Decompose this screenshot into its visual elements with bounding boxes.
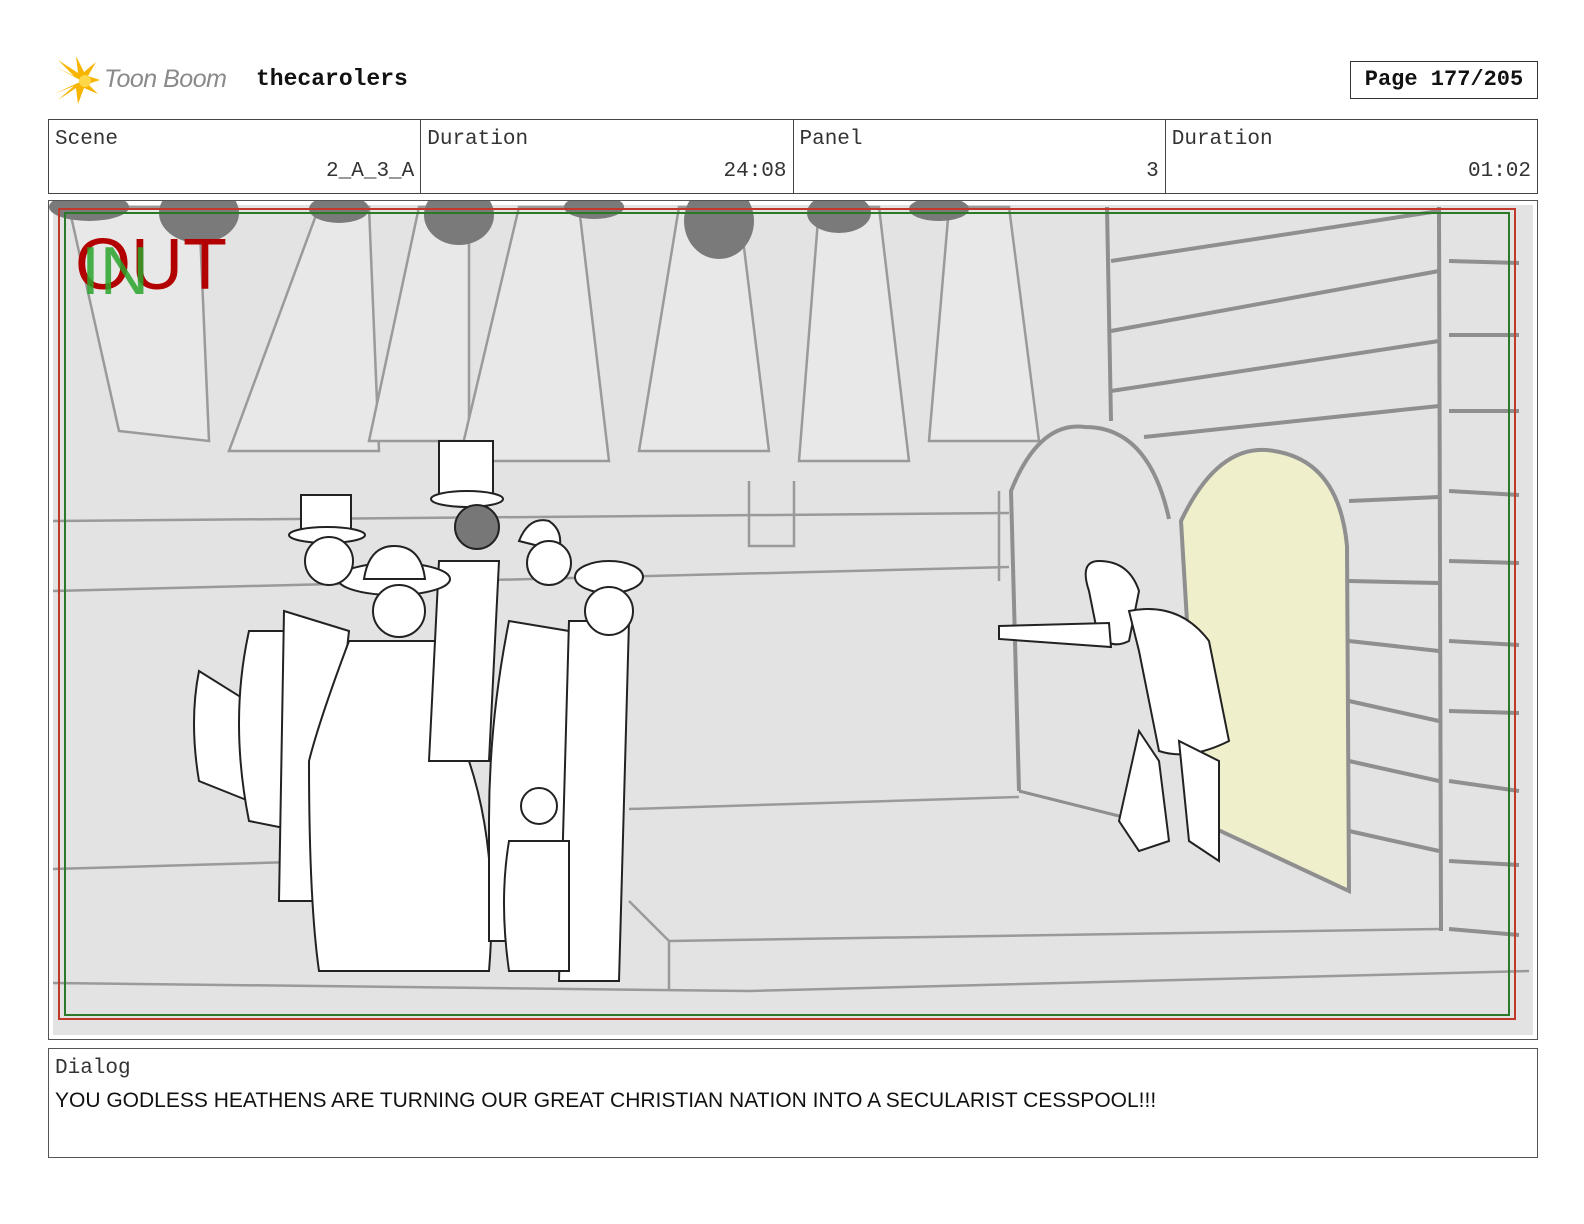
panel-duration-value: 01:02 <box>1467 160 1531 183</box>
logo-text: Toon Boom <box>104 65 227 93</box>
scene-value: 2_A_3_A <box>326 160 415 183</box>
scene-cell: Scene 2_A_3_A <box>49 120 422 193</box>
scene-duration-label: Duration <box>427 128 529 151</box>
page-number: Page 177/205 <box>1350 61 1538 99</box>
panel-label: Panel <box>799 128 863 151</box>
dialog-text: YOU GODLESS HEATHENS ARE TURNING OUR GRE… <box>55 1089 1157 1112</box>
panel-value: 3 <box>1146 160 1159 183</box>
storyboard-panel: OUT IN <box>48 200 1538 1040</box>
panel-cell: Panel 3 <box>794 120 1166 193</box>
scene-info-table: Scene 2_A_3_A Duration 24:08 Panel 3 Dur… <box>48 119 1538 194</box>
scene-duration-cell: Duration 24:08 <box>421 120 794 193</box>
dialog-box: Dialog YOU GODLESS HEATHENS ARE TURNING … <box>48 1048 1538 1158</box>
panel-duration-label: Duration <box>1171 128 1273 151</box>
in-out-marker: OUT IN <box>75 229 245 309</box>
toon-boom-logo: Toon Boom <box>52 56 242 106</box>
scene-label: Scene <box>55 128 119 151</box>
panel-duration-cell: Duration 01:02 <box>1166 120 1537 193</box>
dialog-label: Dialog <box>55 1057 131 1080</box>
panel-drawing <box>49 201 1533 1035</box>
in-mark: IN <box>81 233 149 309</box>
scene-duration-value: 24:08 <box>723 160 787 183</box>
project-name: thecarolers <box>256 66 408 92</box>
starburst-icon <box>54 56 100 104</box>
